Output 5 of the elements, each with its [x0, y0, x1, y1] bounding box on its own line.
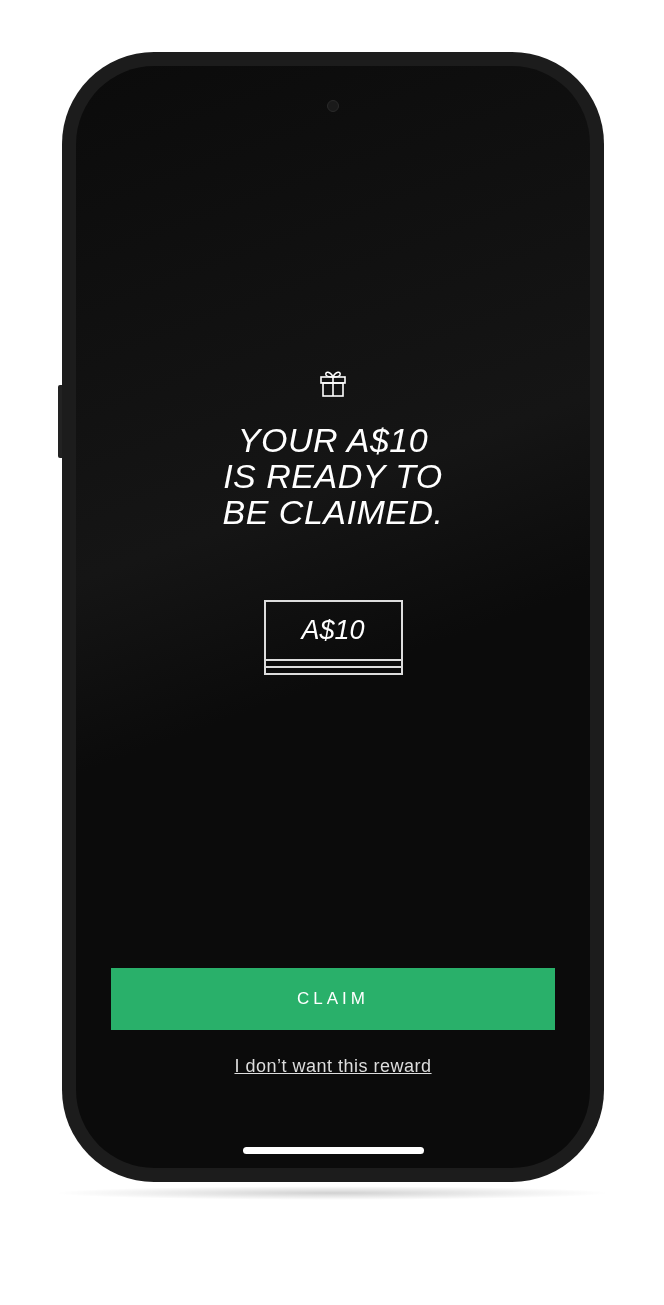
gift-icon	[318, 368, 348, 398]
voucher-amount: A$10	[301, 615, 365, 646]
camera-dot	[327, 100, 339, 112]
decline-link[interactable]: I don’t want this reward	[234, 1056, 432, 1077]
headline: YOUR A$10 IS READY TO BE CLAIMED.	[222, 422, 444, 530]
